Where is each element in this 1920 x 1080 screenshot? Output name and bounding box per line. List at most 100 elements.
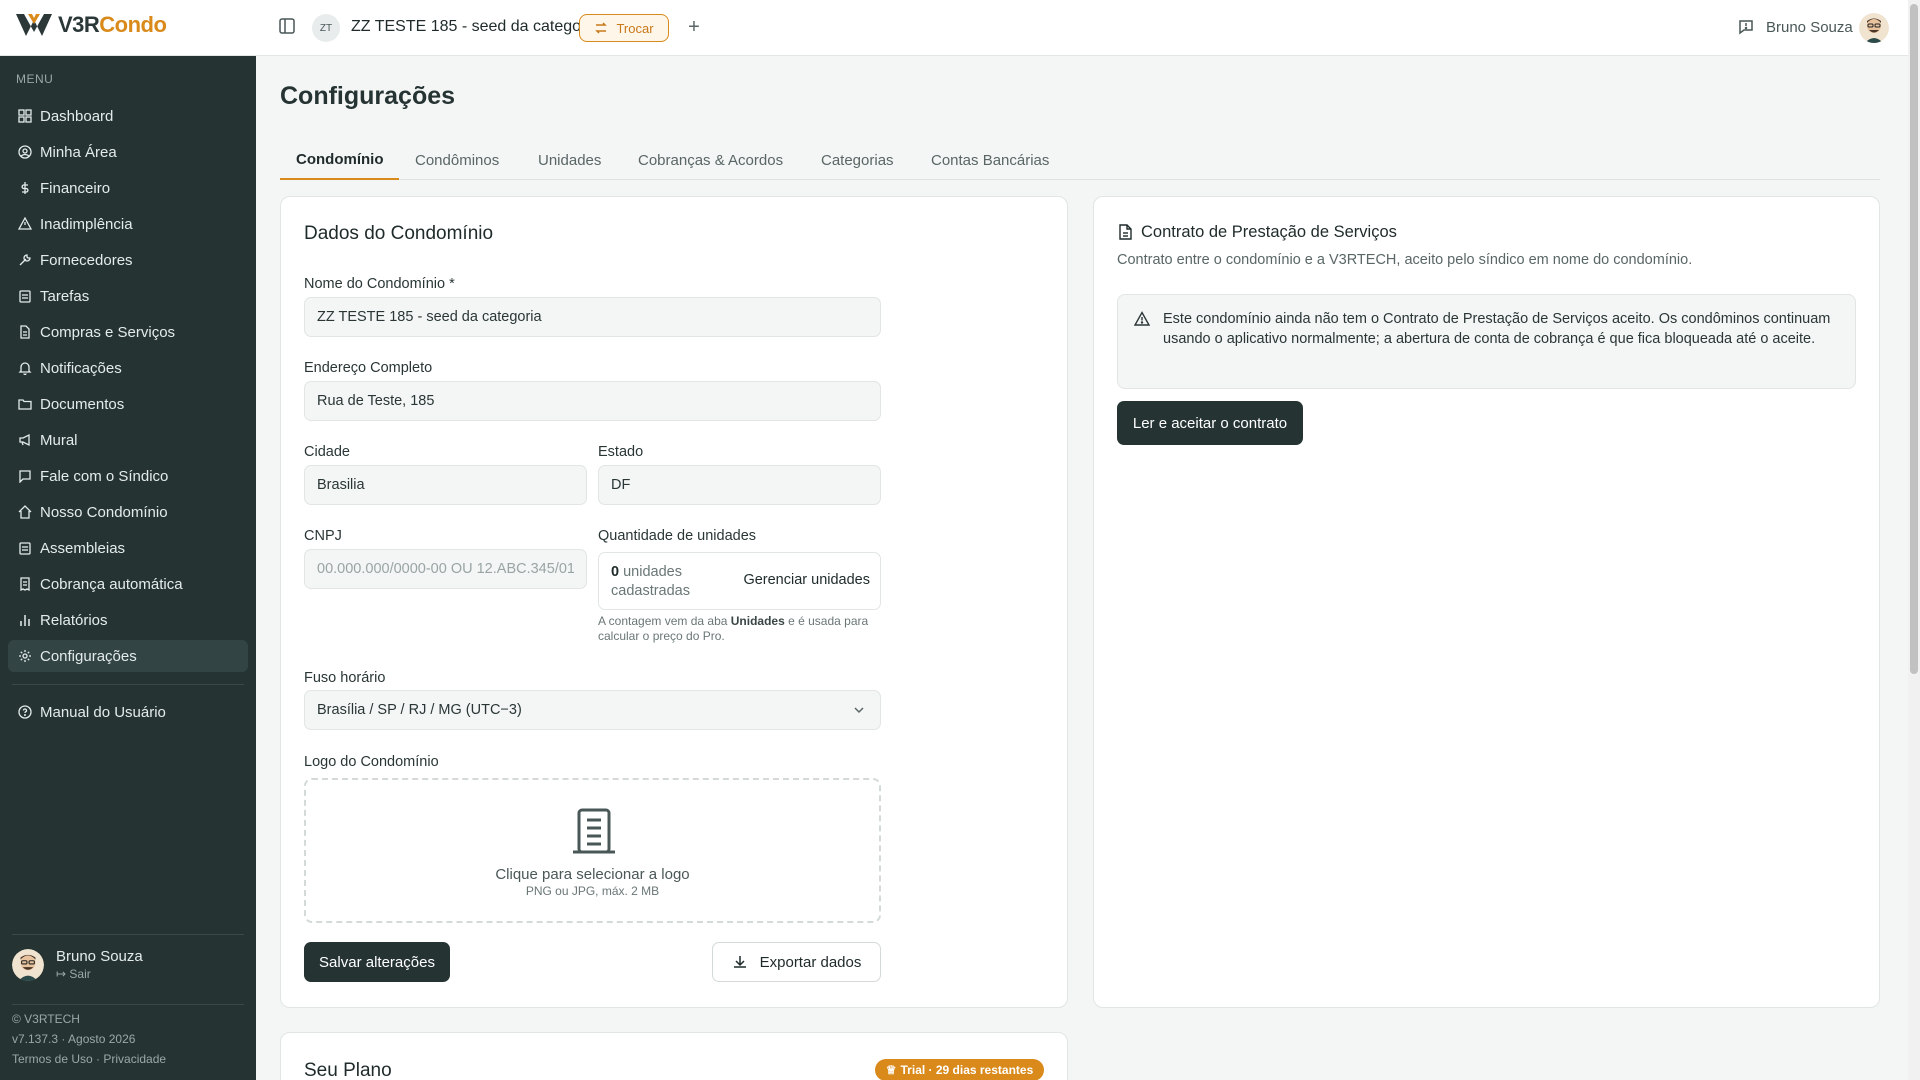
tab-categorias[interactable]: Categorias	[821, 140, 894, 180]
condo-initials-badge: ZT	[312, 14, 340, 42]
bar-chart-icon	[18, 613, 32, 627]
privacy-link[interactable]: Privacidade	[103, 1052, 166, 1066]
page-title: Configurações	[280, 82, 456, 110]
building-icon	[573, 808, 615, 854]
switch-condo-button[interactable]: Trocar	[579, 14, 669, 42]
scrollbar-thumb[interactable]	[1910, 4, 1918, 674]
logo-label: Logo do Condomínio	[304, 754, 439, 770]
sidebar-item-label: Relatórios	[40, 611, 108, 629]
sidebar-item-label: Assembleias	[40, 539, 126, 557]
switch-condo-label: Trocar	[616, 20, 654, 36]
logo-upload-dropzone[interactable]: Clique para selecionar a logo PNG ou JPG…	[304, 778, 881, 923]
header-avatar[interactable]	[1859, 13, 1889, 43]
state-input[interactable]	[598, 465, 881, 505]
current-condo-name: ZZ TESTE 185 - seed da categoria	[351, 18, 599, 35]
cnpj-label: CNPJ	[304, 528, 342, 544]
gear-icon	[18, 649, 32, 663]
document-icon	[1119, 224, 1132, 240]
address-input[interactable]	[304, 381, 881, 421]
help-circle-icon	[18, 705, 32, 719]
sidebar-item-fale-sindico[interactable]: Fale com o Síndico	[8, 460, 248, 492]
sidebar-item-dashboard[interactable]: Dashboard	[8, 100, 248, 132]
sidebar-item-label: Configurações	[40, 647, 137, 665]
swap-arrows-icon	[595, 22, 608, 34]
terms-link[interactable]: Termos de Uso	[12, 1052, 93, 1066]
megaphone-icon	[18, 433, 32, 447]
sidebar-panel-icon	[279, 17, 295, 34]
app-logo[interactable]: V3RCondo	[14, 10, 167, 40]
sidebar-item-notificacoes[interactable]: Notificações	[8, 352, 248, 384]
units-quantity-label: Quantidade de unidades	[598, 528, 757, 544]
export-data-button[interactable]: Exportar dados	[712, 942, 881, 982]
sidebar-item-label: Fornecedores	[40, 251, 133, 269]
feedback-icon[interactable]	[1737, 18, 1755, 36]
page-scrollbar[interactable]	[1908, 0, 1920, 1080]
tab-contas-bancarias[interactable]: Contas Bancárias	[931, 140, 1049, 180]
contract-alert-text: Este condomínio ainda não tem o Contrato…	[1163, 311, 1831, 347]
sidebar-item-label: Financeiro	[40, 179, 111, 197]
logout-icon: ↦	[56, 967, 70, 981]
sidebar-item-label: Documentos	[40, 395, 125, 413]
timezone-select[interactable]: Brasília / SP / RJ / MG (UTC−3)	[304, 690, 881, 730]
version-text: v7.137.3 · Agosto 2026	[12, 1032, 136, 1046]
sidebar-item-label: Compras e Serviços	[40, 323, 176, 341]
warning-icon	[1134, 311, 1150, 326]
timezone-label: Fuso horário	[304, 670, 386, 686]
sidebar-user-name: Bruno Souza	[56, 948, 143, 965]
top-header: V3RCondo ZT ZZ TESTE 185 - seed da categ…	[0, 0, 1908, 56]
plan-title: Seu Plano	[304, 1060, 392, 1080]
wrench-icon	[18, 253, 32, 267]
sidebar-item-label: Inadimplência	[40, 215, 133, 233]
legal-links: Termos de Uso · Privacidade	[12, 1052, 167, 1066]
tab-cobrancas-acordos[interactable]: Cobranças & Acordos	[638, 140, 783, 180]
sidebar-item-tarefas[interactable]: Tarefas	[8, 280, 248, 312]
city-input[interactable]	[304, 465, 587, 505]
sidebar-item-assembleias[interactable]: Assembleias	[8, 532, 248, 564]
bell-icon	[18, 361, 32, 375]
add-condo-button[interactable]: +	[682, 15, 706, 39]
logo-text: V3RCondo	[58, 12, 167, 37]
tab-condominio[interactable]: Condomínio	[280, 140, 400, 180]
cnpj-input[interactable]	[304, 549, 587, 589]
units-count-text: 0 unidades cadastradas	[611, 564, 690, 599]
header-user-name[interactable]: Bruno Souza	[1766, 19, 1853, 36]
sidebar-item-cobranca-automatica[interactable]: Cobrança automática	[8, 568, 248, 600]
settings-tabs: Condomínio Condôminos Unidades Cobranças…	[280, 140, 1880, 180]
sidebar-avatar[interactable]	[12, 948, 44, 981]
tab-condominos[interactable]: Condôminos	[415, 140, 499, 180]
copyright-text: © V3RTECH	[12, 1012, 80, 1026]
logo-mark-icon	[16, 14, 52, 36]
accept-contract-button[interactable]: Ler e aceitar o contrato	[1117, 401, 1303, 445]
sidebar-divider	[12, 934, 244, 935]
sidebar-item-nosso-condominio[interactable]: Nosso Condomínio	[8, 496, 248, 528]
manage-units-button[interactable]: Gerenciar unidades	[743, 572, 870, 588]
sidebar-item-documentos[interactable]: Documentos	[8, 388, 248, 420]
units-hint: A contagem vem da aba Unidades e é usada…	[598, 614, 869, 643]
trial-badge: ♕ Trial · 29 dias restantes	[875, 1059, 1044, 1080]
condo-data-title: Dados do Condomínio	[304, 223, 494, 244]
sidebar-item-financeiro[interactable]: Financeiro	[8, 172, 248, 204]
sidebar-item-label: Nosso Condomínio	[40, 503, 168, 521]
sidebar-item-label: Minha Área	[40, 143, 117, 161]
sidebar-item-label: Cobrança automática	[40, 575, 183, 593]
sidebar-item-manual[interactable]: Manual do Usuário	[8, 696, 248, 728]
units-quantity-box: 0 unidades cadastradas Gerenciar unidade…	[598, 552, 881, 610]
clipboard-icon	[18, 289, 32, 303]
sidebar-item-inadimplencia[interactable]: Inadimplência	[8, 208, 248, 240]
sidebar-toggle-button[interactable]	[276, 16, 298, 38]
sidebar-item-mural[interactable]: Mural	[8, 424, 248, 456]
tab-unidades[interactable]: Unidades	[538, 140, 601, 180]
sidebar-item-minha-area[interactable]: Minha Área	[8, 136, 248, 168]
export-data-label: Exportar dados	[759, 953, 862, 971]
save-button[interactable]: Salvar alterações	[304, 942, 450, 982]
sidebar-item-relatorios[interactable]: Relatórios	[8, 604, 248, 636]
dashboard-icon	[18, 109, 32, 123]
sidebar-item-fornecedores[interactable]: Fornecedores	[8, 244, 248, 276]
sidebar-item-configuracoes[interactable]: Configurações	[8, 640, 248, 672]
condo-name-input[interactable]	[304, 297, 881, 337]
receipt-icon	[18, 577, 32, 591]
sidebar-item-compras-servicos[interactable]: Compras e Serviços	[8, 316, 248, 348]
home-icon	[18, 505, 32, 519]
sidebar-user-block: Bruno Souza ↦ Sair	[12, 948, 143, 981]
logout-link[interactable]: ↦ Sair	[56, 967, 143, 981]
